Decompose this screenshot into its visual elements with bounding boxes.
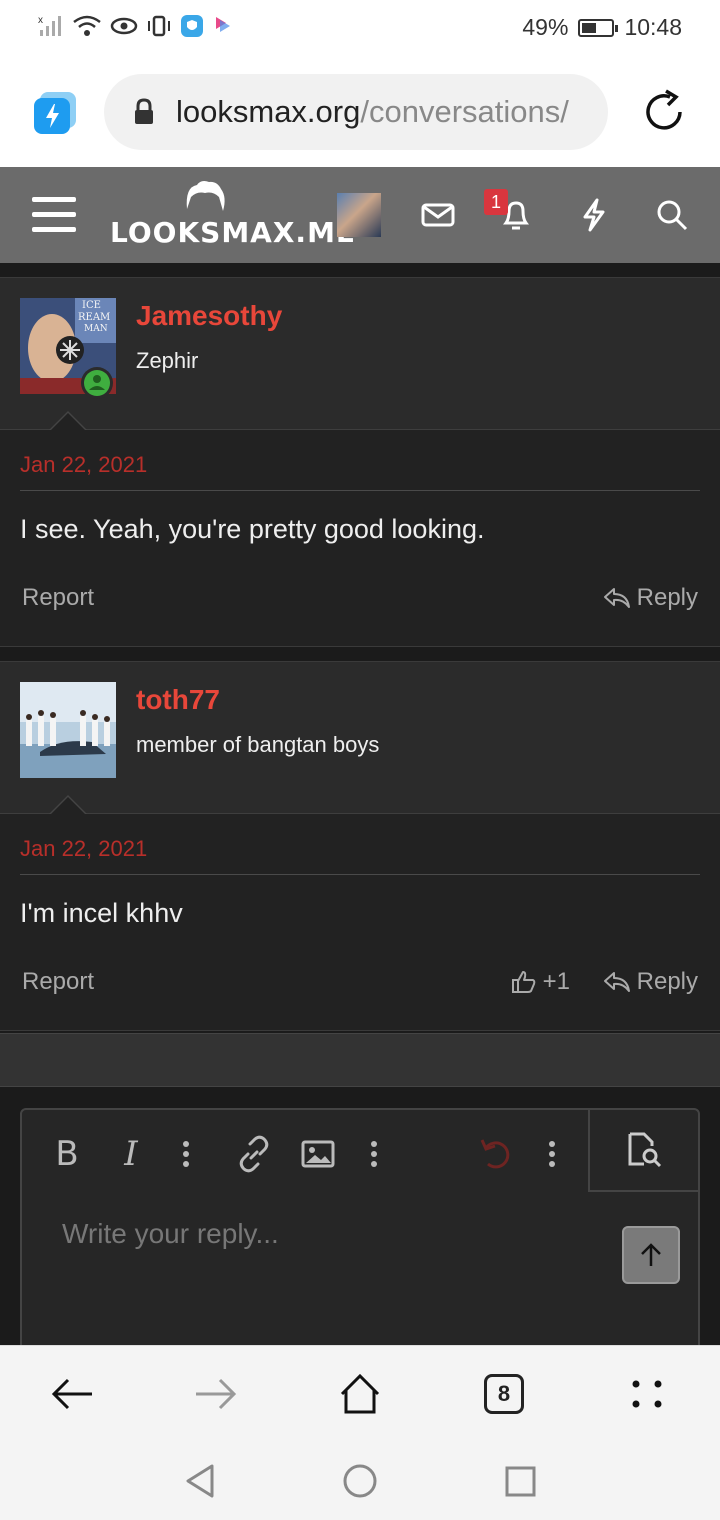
battery-icon bbox=[578, 18, 619, 37]
message-body: Jan 22, 2021 I'm incel khhv Report +1 Re… bbox=[0, 814, 720, 1030]
lock-icon bbox=[135, 98, 153, 124]
message-user-block: ICE REAM MAN Jamesothy Zephir bbox=[0, 278, 720, 431]
reply-label: Reply bbox=[636, 584, 698, 611]
clock: 10:48 bbox=[624, 14, 682, 40]
arrow-left-icon bbox=[51, 1378, 92, 1410]
account-avatar[interactable] bbox=[337, 193, 381, 237]
system-nav-bar bbox=[0, 1441, 720, 1520]
home-button[interactable] bbox=[336, 1370, 384, 1418]
reply-input[interactable]: Write your reply... bbox=[62, 1218, 279, 1250]
wifi-icon bbox=[73, 15, 101, 36]
bold-button[interactable]: B bbox=[50, 1132, 84, 1176]
username[interactable]: toth77 bbox=[136, 684, 220, 716]
browser-url-area: looksmax.org/conversations/ bbox=[0, 56, 720, 168]
reply-icon bbox=[603, 972, 630, 992]
dots-menu-icon bbox=[632, 1380, 662, 1408]
tabs-button[interactable]: 8 bbox=[480, 1370, 528, 1418]
browser-menu-button[interactable] bbox=[624, 1370, 672, 1418]
browser-bottom-nav: 8 bbox=[0, 1345, 720, 1441]
forward-button[interactable] bbox=[192, 1370, 240, 1418]
pointer-arrow bbox=[50, 797, 86, 815]
username[interactable]: Jamesothy bbox=[136, 300, 282, 332]
pointer-arrow bbox=[50, 413, 86, 431]
svg-text:MAN: MAN bbox=[84, 324, 108, 334]
arrow-right-icon bbox=[196, 1378, 237, 1410]
inbox-icon[interactable] bbox=[420, 197, 456, 233]
system-recents-icon[interactable] bbox=[504, 1463, 536, 1499]
report-link[interactable]: Report bbox=[22, 584, 94, 612]
message-item: ICE REAM MAN Jamesothy Zephir Jan 22, 20… bbox=[0, 277, 720, 647]
signal-icon: x bbox=[38, 15, 61, 36]
vibrate-icon bbox=[148, 15, 170, 37]
message-body: Jan 22, 2021 I see. Yeah, you're pretty … bbox=[0, 430, 720, 646]
reply-label: Reply bbox=[636, 968, 698, 995]
undo-icon[interactable] bbox=[478, 1132, 514, 1176]
url-domain: looksmax.org bbox=[176, 94, 361, 129]
system-back-icon[interactable] bbox=[184, 1463, 216, 1499]
site-header: LOOKSMAX.ME bbox=[0, 167, 720, 263]
svg-text:ICE: ICE bbox=[82, 300, 101, 311]
battery-percent: 49% bbox=[522, 14, 569, 40]
status-icons: x bbox=[38, 14, 236, 38]
date-divider bbox=[20, 490, 700, 491]
eye-icon bbox=[110, 17, 138, 35]
italic-button[interactable]: I bbox=[116, 1132, 146, 1176]
url-path: /conversations/ bbox=[360, 94, 569, 129]
scroll-top-button[interactable] bbox=[622, 1226, 680, 1284]
message-text: I see. Yeah, you're pretty good looking. bbox=[20, 514, 485, 544]
like-count: +1 bbox=[542, 968, 570, 995]
date-divider bbox=[20, 874, 700, 875]
reply-button[interactable]: Reply bbox=[603, 584, 698, 612]
arrow-up-icon bbox=[641, 1243, 661, 1266]
message-user-block: toth77 member of bangtan boys bbox=[0, 662, 720, 815]
more-options-icon[interactable] bbox=[546, 1132, 558, 1176]
back-button[interactable] bbox=[48, 1370, 96, 1418]
site-logo[interactable]: LOOKSMAX.ME bbox=[110, 179, 357, 257]
shield-app-icon bbox=[181, 15, 203, 37]
message-item: toth77 member of bangtan boys Jan 22, 20… bbox=[0, 661, 720, 1031]
hair-logo-icon bbox=[186, 181, 225, 211]
url-text: looksmax.org/conversations/ bbox=[176, 94, 569, 130]
section-divider bbox=[0, 1033, 720, 1087]
bolt-app-icon[interactable] bbox=[32, 90, 78, 136]
like-button[interactable]: +1 bbox=[511, 968, 570, 996]
menu-button[interactable] bbox=[32, 197, 76, 233]
conversation-content: ICE REAM MAN Jamesothy Zephir Jan 22, 20… bbox=[0, 263, 720, 1345]
home-icon bbox=[340, 1373, 380, 1414]
message-date[interactable]: Jan 22, 2021 bbox=[20, 836, 147, 862]
preview-button[interactable] bbox=[588, 1110, 698, 1192]
message-date[interactable]: Jan 22, 2021 bbox=[20, 452, 147, 478]
link-icon[interactable] bbox=[236, 1132, 272, 1176]
reply-icon bbox=[603, 588, 630, 608]
report-link[interactable]: Report bbox=[22, 968, 94, 996]
editor-toolbar: B I bbox=[22, 1110, 590, 1198]
more-insert-options-icon[interactable] bbox=[368, 1132, 380, 1176]
tab-count: 8 bbox=[484, 1374, 524, 1414]
svg-text:REAM: REAM bbox=[78, 312, 110, 323]
user-avatar[interactable] bbox=[20, 682, 116, 778]
svg-text:x: x bbox=[38, 15, 43, 26]
reply-editor: B I Write your reply... bbox=[20, 1108, 700, 1345]
video-app-icon bbox=[216, 17, 230, 32]
whats-new-icon[interactable] bbox=[576, 197, 612, 233]
logo-text: LOOKSMAX.ME bbox=[110, 216, 357, 249]
status-right: 49% 10:48 bbox=[522, 14, 682, 41]
reload-icon[interactable] bbox=[640, 88, 688, 136]
user-title: Zephir bbox=[136, 348, 199, 373]
more-text-options-icon[interactable] bbox=[180, 1132, 192, 1176]
message-text: I'm incel khhv bbox=[20, 898, 183, 928]
image-icon[interactable] bbox=[300, 1132, 336, 1176]
notification-badge: 1 bbox=[484, 189, 508, 215]
reply-button[interactable]: Reply bbox=[603, 968, 698, 996]
system-home-icon[interactable] bbox=[342, 1463, 378, 1499]
thumbs-up-icon bbox=[511, 971, 535, 993]
search-icon[interactable] bbox=[654, 197, 690, 233]
user-title: member of bangtan boys bbox=[136, 732, 380, 757]
preview-icon bbox=[628, 1132, 662, 1168]
online-status-icon bbox=[81, 367, 113, 399]
url-bar[interactable]: looksmax.org/conversations/ bbox=[104, 74, 608, 150]
status-bar: x 49% 10:48 bbox=[0, 0, 720, 56]
